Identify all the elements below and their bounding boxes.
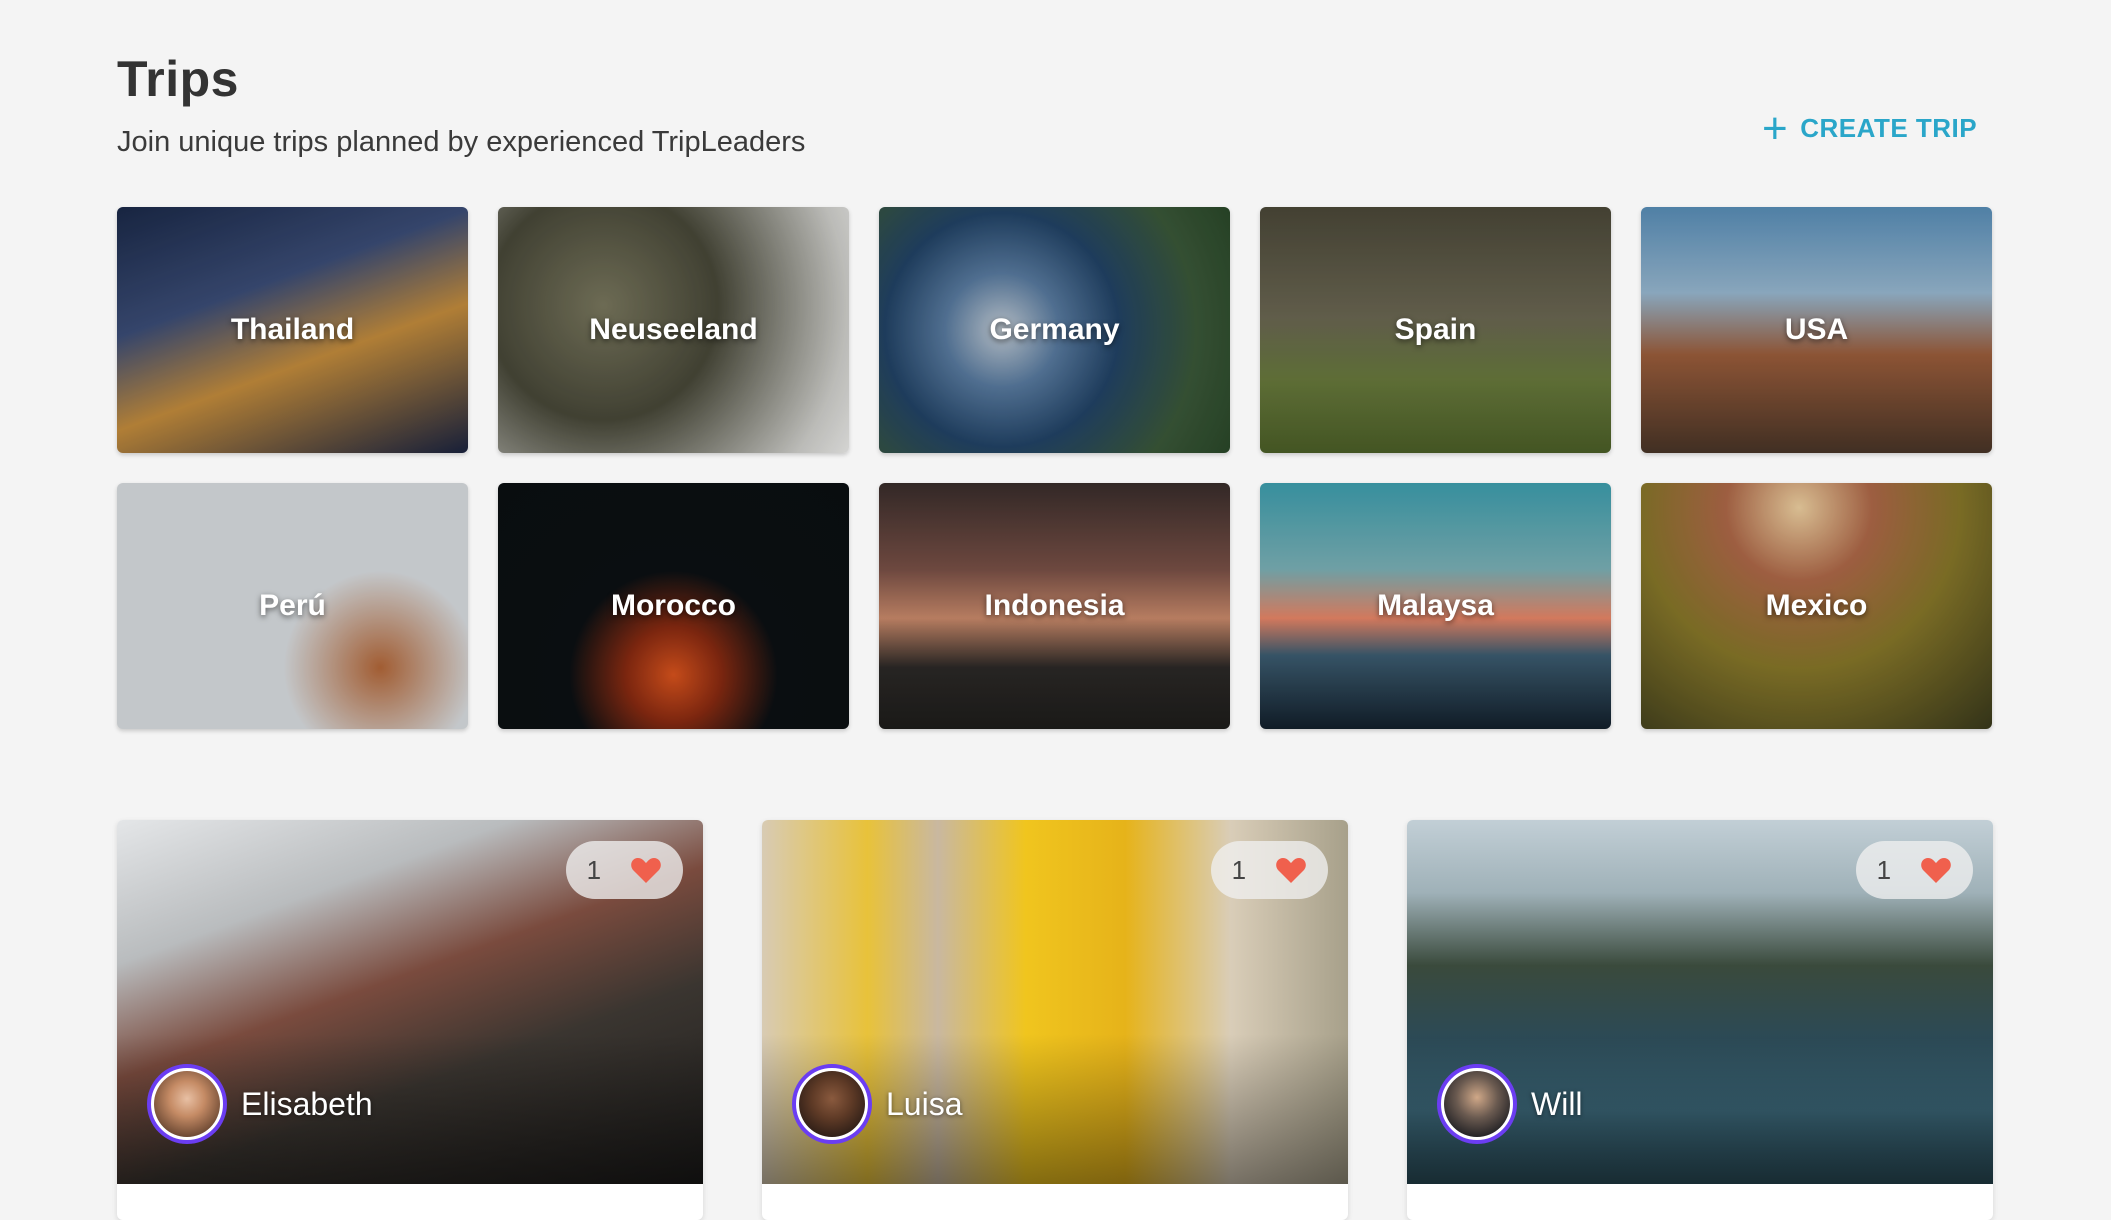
- destination-card-peru[interactable]: Perú: [117, 483, 468, 729]
- trip-card[interactable]: 1 Will: [1407, 820, 1993, 1220]
- leader-name: Luisa: [886, 1085, 963, 1122]
- plus-icon: +: [1762, 103, 1789, 153]
- leader-name: Elisabeth: [241, 1085, 373, 1122]
- trip-card[interactable]: 1 Luisa: [762, 820, 1348, 1220]
- trip-leader: Elisabeth: [147, 1064, 373, 1144]
- destination-name: Morocco: [610, 589, 736, 622]
- avatar[interactable]: [792, 1064, 872, 1144]
- destination-card-indonesia[interactable]: Indonesia: [879, 483, 1230, 729]
- destination-name: Malaysa: [1377, 589, 1494, 622]
- create-trip-label: CREATE TRIP: [1800, 113, 1978, 143]
- trip-leader: Will: [1437, 1064, 1583, 1144]
- like-count: 1: [1231, 854, 1247, 885]
- page-subtitle: Join unique trips planned by experienced…: [117, 126, 806, 158]
- leader-name: Will: [1531, 1085, 1583, 1122]
- create-trip-button[interactable]: + CREATE TRIP: [1762, 103, 1978, 153]
- destination-card-spain[interactable]: Spain: [1260, 207, 1611, 453]
- destination-name: Mexico: [1765, 589, 1868, 622]
- destination-card-usa[interactable]: USA: [1641, 207, 1992, 453]
- destination-card-morocco[interactable]: Morocco: [498, 483, 849, 729]
- destination-card-germany[interactable]: Germany: [879, 207, 1230, 453]
- destination-card-neuseeland[interactable]: Neuseeland: [498, 207, 849, 453]
- destination-card-malaysa[interactable]: Malaysa: [1260, 483, 1611, 729]
- like-count: 1: [586, 854, 602, 885]
- destination-name: Indonesia: [984, 589, 1125, 622]
- destination-name: USA: [1784, 313, 1849, 346]
- destination-name: Neuseeland: [589, 313, 758, 346]
- heart-icon: [1921, 858, 1952, 883]
- heart-icon: [1276, 858, 1307, 883]
- destination-card-mexico[interactable]: Mexico: [1641, 483, 1992, 729]
- destination-name: Germany: [989, 313, 1120, 346]
- like-count: 1: [1876, 854, 1892, 885]
- destination-name: Spain: [1394, 313, 1477, 346]
- avatar[interactable]: [147, 1064, 227, 1144]
- like-button[interactable]: 1: [1856, 841, 1973, 899]
- destination-name: Perú: [259, 589, 326, 622]
- destination-grid: Thailand Neuseeland Germany Spain USA Pe…: [117, 207, 1992, 729]
- destination-card-thailand[interactable]: Thailand: [117, 207, 468, 453]
- like-button[interactable]: 1: [566, 841, 683, 899]
- trip-card[interactable]: 1 Elisabeth: [117, 820, 703, 1220]
- trip-leader: Luisa: [792, 1064, 963, 1144]
- heart-icon: [631, 858, 662, 883]
- destination-name: Thailand: [230, 313, 355, 346]
- avatar[interactable]: [1437, 1064, 1517, 1144]
- like-button[interactable]: 1: [1211, 841, 1328, 899]
- page-title: Trips: [117, 51, 239, 107]
